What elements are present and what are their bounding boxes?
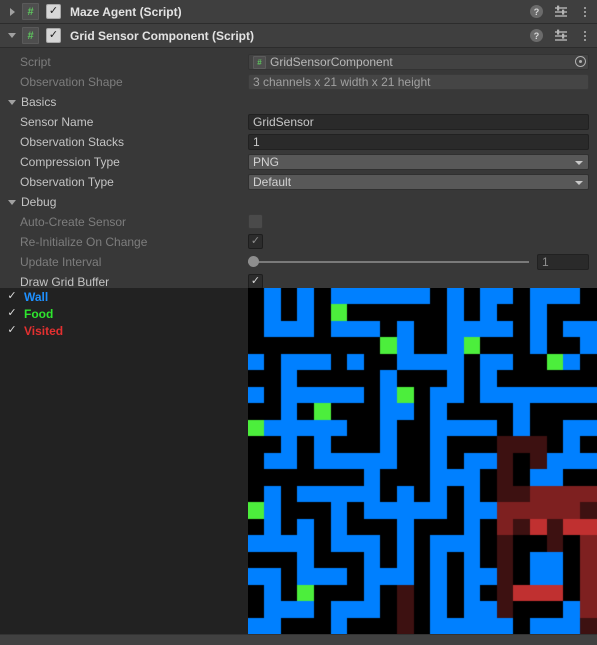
legend-checkbox-visited[interactable]: ✓: [6, 325, 18, 336]
script-object-field[interactable]: # GridSensorComponent: [248, 54, 589, 70]
kebab-dot: [584, 14, 586, 17]
legend-label-visited: Visited: [24, 323, 64, 338]
script-icon: #: [22, 3, 39, 20]
field-observation-stacks[interactable]: 1: [248, 134, 589, 150]
legend-label-wall: Wall: [24, 289, 49, 304]
legend-item-wall[interactable]: ✓ Wall: [0, 288, 248, 305]
observation-shape-value: 3 channels x 21 width x 21 height: [248, 74, 589, 90]
inspector-footer: [0, 634, 597, 645]
re-initialize-on-change-checkbox[interactable]: ✓: [248, 234, 263, 249]
component-enabled-checkbox-grid-sensor[interactable]: ✓: [46, 28, 61, 43]
kebab-dot: [584, 30, 586, 33]
legend-item-visited[interactable]: ✓ Visited: [0, 322, 248, 339]
label-observation-stacks: Observation Stacks: [20, 135, 125, 149]
observation-stacks-input[interactable]: 1: [248, 134, 589, 150]
update-interval-slider[interactable]: [248, 256, 529, 267]
legend-checkbox-food[interactable]: ✓: [6, 308, 18, 319]
section-header-basics[interactable]: Basics: [0, 92, 597, 112]
section-header-debug[interactable]: Debug: [0, 192, 597, 212]
field-observation-shape: 3 channels x 21 width x 21 height: [248, 74, 589, 90]
field-sensor-name[interactable]: GridSensor: [248, 114, 589, 130]
row-observation-type: Observation Type Default: [0, 172, 597, 192]
compression-type-value: PNG: [253, 155, 280, 169]
chevron-down-icon: [575, 161, 583, 165]
component-header-maze-agent[interactable]: # ✓ Maze Agent (Script) ?: [0, 0, 597, 24]
field-update-interval[interactable]: 1: [248, 254, 589, 270]
kebab-dot: [584, 38, 586, 41]
label-compression-type: Compression Type: [20, 155, 120, 169]
triangle-down-icon: [8, 199, 16, 205]
legend-label-food: Food: [24, 306, 54, 321]
object-picker-icon[interactable]: [575, 56, 586, 67]
update-interval-value-input[interactable]: 1: [537, 254, 589, 270]
help-icon[interactable]: ?: [530, 29, 543, 42]
grid-canvas[interactable]: [248, 288, 597, 635]
compression-type-dropdown[interactable]: PNG: [248, 154, 589, 170]
label-update-interval: Update Interval: [20, 255, 102, 269]
chevron-down-icon: [575, 181, 583, 185]
more-menu-icon[interactable]: [579, 5, 591, 19]
inspector-body: Script # GridSensorComponent Observation…: [0, 48, 597, 292]
legend-item-food[interactable]: ✓ Food: [0, 305, 248, 322]
preset-settings-icon[interactable]: [554, 5, 568, 18]
component-header-grid-sensor[interactable]: # ✓ Grid Sensor Component (Script) ?: [0, 24, 597, 48]
label-observation-type: Observation Type: [20, 175, 114, 189]
component-enabled-checkbox-maze-agent[interactable]: ✓: [46, 4, 61, 19]
label-draw-grid-buffer: Draw Grid Buffer: [20, 275, 110, 289]
channel-legend: ✓ Wall ✓ Food ✓ Visited: [0, 288, 248, 339]
label-re-initialize-on-change: Re-Initialize On Change: [20, 235, 148, 249]
field-script[interactable]: # GridSensorComponent: [248, 54, 589, 70]
draw-grid-buffer-checkbox[interactable]: ✓: [248, 274, 263, 289]
label-auto-create-sensor: Auto-Create Sensor: [20, 215, 127, 229]
sensor-name-input[interactable]: GridSensor: [248, 114, 589, 130]
preset-settings-icon[interactable]: [554, 29, 568, 42]
component-title-maze-agent: Maze Agent (Script): [70, 4, 182, 19]
row-auto-create-sensor: Auto-Create Sensor: [0, 212, 597, 232]
row-observation-stacks: Observation Stacks 1: [0, 132, 597, 152]
field-compression-type[interactable]: PNG: [248, 154, 589, 170]
label-observation-shape: Observation Shape: [20, 75, 123, 89]
foldout-toggle-grid-sensor[interactable]: [4, 24, 20, 47]
row-re-initialize-on-change: Re-Initialize On Change ✓: [0, 232, 597, 252]
legend-checkbox-wall[interactable]: ✓: [6, 291, 18, 302]
script-value: GridSensorComponent: [270, 55, 393, 69]
label-sensor-name: Sensor Name: [20, 115, 94, 129]
field-re-initialize-on-change[interactable]: ✓: [248, 234, 589, 250]
row-script: Script # GridSensorComponent: [0, 52, 597, 72]
auto-create-sensor-checkbox[interactable]: [248, 214, 263, 229]
row-sensor-name: Sensor Name GridSensor: [0, 112, 597, 132]
row-compression-type: Compression Type PNG: [0, 152, 597, 172]
section-label-basics: Basics: [21, 95, 57, 109]
more-menu-icon[interactable]: [579, 29, 591, 43]
row-observation-shape: Observation Shape 3 channels x 21 width …: [0, 72, 597, 92]
observation-type-dropdown[interactable]: Default: [248, 174, 589, 190]
label-script: Script: [20, 55, 51, 69]
header-icons-grid-sensor: ?: [530, 24, 591, 47]
triangle-down-icon: [8, 33, 16, 38]
script-icon: #: [22, 27, 39, 44]
kebab-dot: [584, 10, 586, 13]
grid-sensor-buffer-visualization[interactable]: [248, 288, 597, 635]
field-observation-type[interactable]: Default: [248, 174, 589, 190]
triangle-down-icon: [8, 99, 16, 105]
header-icons-maze-agent: ?: [530, 0, 591, 23]
row-update-interval: Update Interval 1: [0, 252, 597, 272]
field-auto-create-sensor[interactable]: [248, 214, 589, 230]
script-icon: #: [253, 55, 266, 69]
kebab-dot: [584, 6, 586, 9]
legend-panel: [0, 288, 248, 635]
help-icon[interactable]: ?: [530, 5, 543, 18]
observation-type-value: Default: [253, 175, 292, 189]
triangle-right-icon: [9, 7, 15, 16]
foldout-toggle-maze-agent[interactable]: [4, 0, 20, 23]
kebab-dot: [584, 34, 586, 37]
unity-inspector-panel: # ✓ Maze Agent (Script) ? # ✓ Grid Senso…: [0, 0, 597, 645]
section-label-debug: Debug: [21, 195, 57, 209]
component-title-grid-sensor: Grid Sensor Component (Script): [70, 28, 255, 43]
slider-handle[interactable]: [248, 256, 259, 267]
